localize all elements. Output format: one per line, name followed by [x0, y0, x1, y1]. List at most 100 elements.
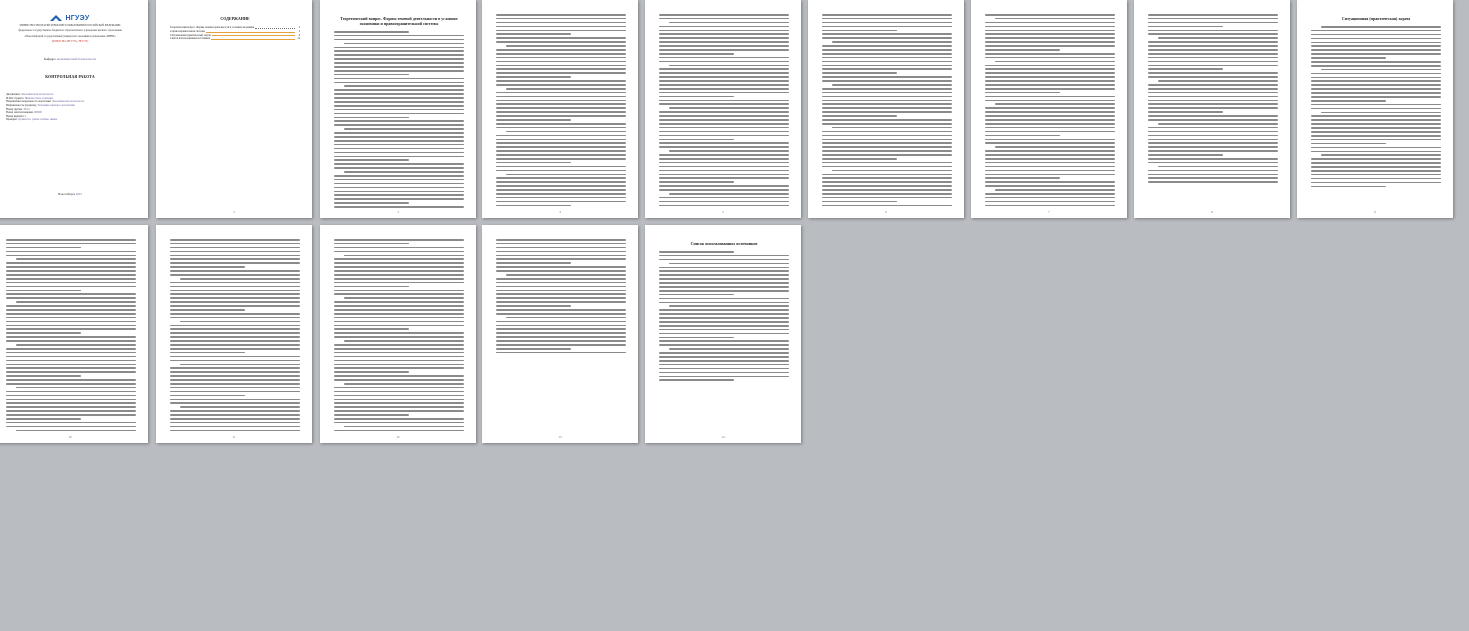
page-number: 5: [722, 210, 724, 214]
text-line: [1148, 72, 1278, 74]
text-line: [995, 17, 1115, 20]
text-line: [496, 122, 626, 125]
text-line: [496, 340, 626, 342]
text-line: [659, 111, 789, 113]
text-line: [659, 161, 789, 164]
text-line: [985, 91, 1061, 94]
text-line: [822, 165, 952, 168]
text-line: [1148, 14, 1278, 16]
page-14-references[interactable]: Список использованных источников 14: [645, 225, 801, 443]
page-2-toc[interactable]: СОДЕРЖАНИЕ Теоретический вопрос. Формы т…: [156, 0, 312, 218]
text-line: [659, 56, 789, 59]
text-line: [659, 122, 789, 125]
page-4[interactable]: 4: [482, 0, 638, 218]
text-line: [1311, 127, 1441, 129]
text-line: [334, 344, 464, 346]
text-line: [6, 371, 136, 373]
text-line: [822, 33, 952, 36]
text-line: [6, 320, 136, 323]
text-line: [659, 14, 789, 16]
text-line: [659, 33, 789, 36]
text-line: [822, 173, 952, 176]
text-line: [334, 320, 464, 323]
text-line: [985, 122, 1115, 125]
page-9[interactable]: Ситуационная (практическая) задача 9: [1297, 0, 1453, 218]
text-line: [334, 69, 464, 72]
text-line: [496, 189, 626, 191]
text-line: [822, 134, 952, 137]
toc-item[interactable]: Список использованных источников 12: [170, 37, 300, 41]
text-line: [822, 37, 952, 39]
text-line: [496, 196, 626, 199]
text-line: [334, 139, 464, 142]
page-11[interactable]: 11: [156, 225, 312, 443]
text-line: [669, 21, 789, 24]
page-6[interactable]: 6: [808, 0, 964, 218]
text-line: [334, 163, 464, 165]
cover-fields: Дисциплина: Экономическая безопасность Ф…: [6, 93, 134, 122]
text-line: [344, 382, 464, 385]
text-line: [659, 336, 735, 339]
text-line: [6, 398, 136, 401]
page-12[interactable]: 12: [320, 225, 476, 443]
text-line: [6, 316, 136, 319]
text-line: [985, 45, 1115, 47]
text-line: [985, 68, 1115, 71]
page-heading: Теоретический вопрос. Формы теневой деят…: [340, 16, 458, 26]
page-10[interactable]: 10: [0, 225, 148, 443]
text-line: [659, 134, 789, 137]
text-line: [16, 301, 136, 303]
text-line: [1311, 173, 1441, 176]
text-line: [822, 157, 898, 160]
text-line: [659, 363, 789, 366]
text-line: [659, 200, 789, 203]
text-line: [496, 332, 626, 334]
page-7[interactable]: 7: [971, 0, 1127, 218]
text-line: [822, 56, 952, 59]
text-line: [496, 312, 626, 315]
text-line: [506, 316, 626, 319]
text-line: [506, 130, 626, 133]
text-line: [496, 142, 626, 144]
text-line: [1311, 96, 1441, 98]
text-line: [985, 84, 1115, 86]
text-line: [496, 181, 626, 183]
page-text-block: [822, 14, 952, 207]
text-line: [1311, 53, 1441, 55]
text-line: [6, 305, 136, 307]
page-8[interactable]: 8: [1134, 0, 1290, 218]
text-line: [822, 196, 952, 199]
text-line: [334, 136, 464, 138]
text-line: [170, 281, 300, 284]
text-line: [822, 177, 952, 179]
text-line: [659, 17, 789, 20]
text-line: [334, 202, 410, 204]
page-number: 4: [559, 210, 561, 214]
page-13[interactable]: 13: [482, 225, 638, 443]
text-line: [6, 246, 82, 249]
text-line: [334, 239, 464, 241]
page-5[interactable]: 5: [645, 0, 801, 218]
city-year: Новосибирск 2023: [58, 192, 82, 196]
text-line: [170, 429, 300, 432]
text-line: [659, 126, 789, 129]
text-line: [16, 429, 136, 432]
text-line: [822, 103, 952, 106]
text-line: [669, 192, 789, 195]
document-viewer[interactable]: НГУЭУ МИНИСТЕРСТВО НАУКИ И ВЫСШЕГО ОБРАЗ…: [0, 0, 1469, 631]
page-1-cover[interactable]: НГУЭУ МИНИСТЕРСТВО НАУКИ И ВЫСШЕГО ОБРАЗ…: [0, 0, 148, 218]
text-line: [170, 410, 300, 412]
text-line: [170, 340, 300, 342]
text-line: [496, 242, 626, 245]
text-line: [1321, 111, 1441, 114]
text-line: [334, 270, 464, 272]
text-line: [334, 190, 464, 193]
page-text-block: [496, 14, 626, 207]
text-line: [334, 289, 464, 292]
text-line: [822, 119, 952, 121]
text-line: [496, 289, 626, 292]
text-line: [822, 76, 952, 78]
page-3[interactable]: Теоретический вопрос. Формы теневой деят…: [320, 0, 476, 218]
text-line: [985, 21, 1115, 24]
text-line: [822, 91, 952, 94]
